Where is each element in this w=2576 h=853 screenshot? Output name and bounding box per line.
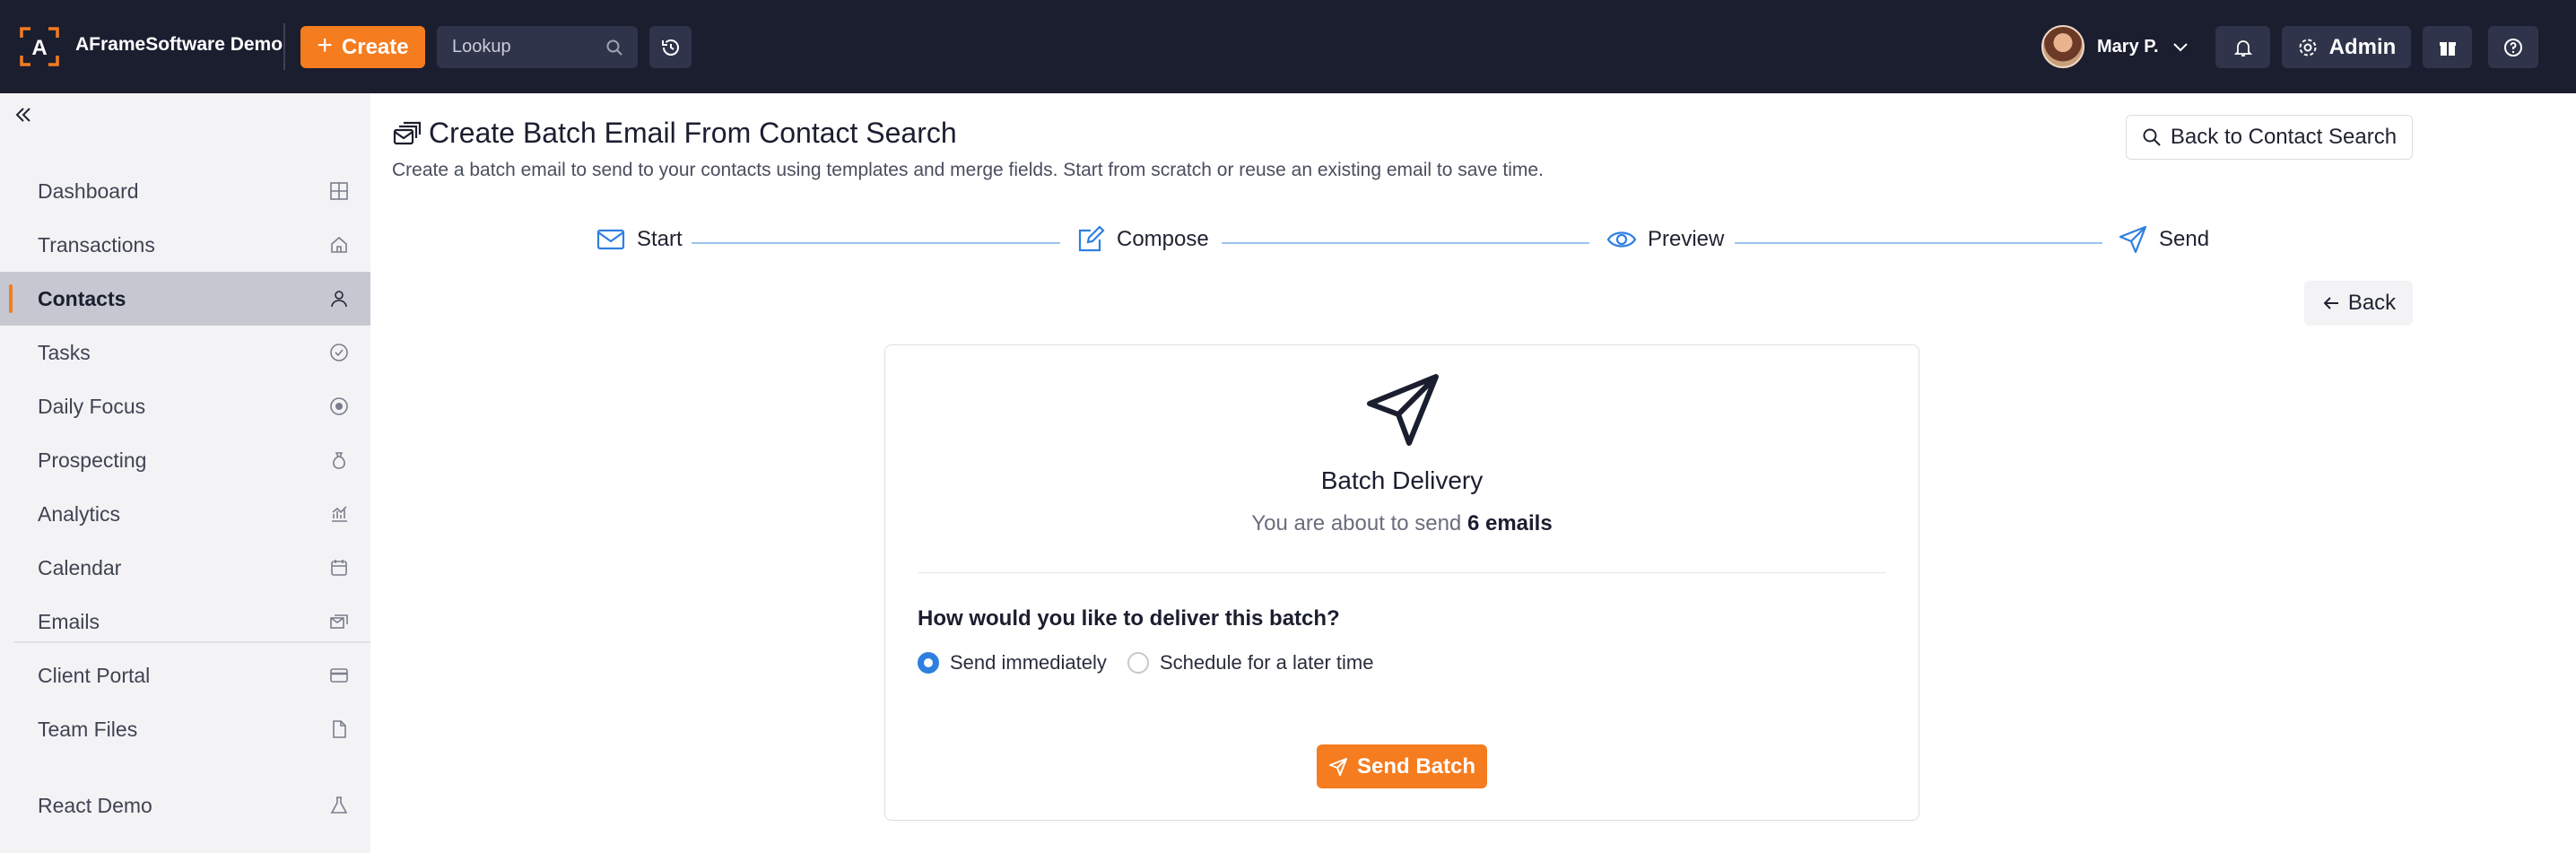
send-batch-label: Send Batch (1356, 753, 1476, 779)
step-connector (692, 242, 1060, 244)
card-divider (918, 572, 1886, 573)
aframe-logo-icon[interactable]: A (20, 27, 59, 66)
gear-icon (2299, 39, 2317, 56)
help-button[interactable] (2488, 26, 2538, 68)
batch-delivery-summary: You are about to send 6 emails (0, 511, 2576, 536)
edit-icon (1078, 225, 1105, 252)
send-batch-button[interactable]: Send Batch (1317, 744, 1487, 788)
sidebar-item-team-files[interactable]: Team Files (0, 702, 370, 756)
option-label: Schedule for a later time (1160, 651, 1374, 674)
sidebar-item-contacts[interactable]: Contacts (0, 272, 370, 326)
sidebar-item-dashboard[interactable]: Dashboard (0, 164, 370, 218)
sidebar-item-label: React Demo (38, 793, 152, 817)
envelope-icon (596, 229, 625, 250)
user-menu[interactable]: Mary P. (2041, 25, 2189, 68)
sidebar-item-daily-focus[interactable]: Daily Focus (0, 379, 370, 433)
calendar-icon (331, 560, 347, 576)
arrow-left-icon (2323, 297, 2338, 309)
step-send[interactable]: Send (2118, 224, 2209, 255)
svg-text:A: A (31, 36, 47, 60)
lookup-search[interactable] (437, 26, 638, 68)
send-immediately-radio[interactable] (918, 652, 939, 674)
help-icon (2504, 38, 2522, 57)
gift-button[interactable] (2423, 26, 2472, 68)
bell-icon (2233, 39, 2252, 57)
delivery-question: How would you like to deliver this batch… (918, 606, 1340, 631)
top-bar: A AFrameSoftware Demo + Create Mary P. (0, 0, 2576, 93)
sidebar-item-calendar[interactable]: Calendar (0, 541, 370, 595)
card-icon (330, 668, 348, 683)
notifications-button[interactable] (2215, 26, 2270, 68)
email-count: 6 emails (1466, 511, 1553, 535)
summary-prefix: You are about to send (1251, 511, 1462, 535)
file-icon (333, 720, 346, 738)
collapse-sidebar-icon[interactable] (13, 104, 34, 126)
sidebar-item-label: Tasks (38, 340, 91, 364)
user-name: Mary P. (2097, 36, 2159, 57)
header-divider (283, 23, 285, 70)
create-button[interactable]: + Create (300, 26, 425, 68)
sidebar-item-label: Daily Focus (38, 394, 146, 418)
send-icon (2119, 225, 2147, 254)
chevron-down-icon (2172, 43, 2188, 52)
sidebar-item-label: Dashboard (38, 178, 139, 203)
plus-icon: + (317, 30, 333, 60)
back-label: Back (2347, 291, 2397, 315)
page-subtitle: Create a batch email to send to your con… (392, 160, 1544, 180)
batch-email-icon (393, 121, 422, 145)
lookup-input[interactable] (437, 26, 607, 68)
target-icon (330, 397, 348, 415)
admin-button[interactable]: Admin (2282, 26, 2411, 68)
search-icon (2143, 128, 2161, 146)
sidebar-item-react-demo[interactable]: React Demo (0, 779, 370, 832)
search-icon[interactable] (605, 39, 623, 57)
step-label: Preview (1648, 227, 1725, 251)
back-to-contact-search-button[interactable]: Back to Contact Search (2126, 115, 2413, 160)
step-label: Start (637, 227, 683, 251)
person-icon (331, 291, 347, 308)
batch-delivery-title: Batch Delivery (1320, 466, 1484, 494)
sidebar-item-label: Contacts (38, 286, 126, 310)
sidebar-item-label: Emails (38, 609, 100, 633)
sidebar-item-label: Team Files (38, 717, 138, 741)
schedule-later-radio[interactable] (1127, 652, 1149, 674)
send-immediately-option[interactable]: Send immediately (918, 651, 1107, 675)
check-circle-icon (330, 344, 348, 361)
app-name: AFrameSoftware Demo (75, 34, 283, 55)
history-button[interactable] (649, 26, 692, 68)
flask-icon (330, 796, 348, 814)
step-compose[interactable]: Compose (1075, 224, 1209, 255)
step-label: Compose (1117, 227, 1209, 251)
create-label: Create (341, 34, 409, 59)
schedule-later-option[interactable]: Schedule for a later time (1127, 651, 1373, 675)
send-icon (1328, 757, 1347, 776)
step-preview[interactable]: Preview (1606, 224, 1724, 255)
sidebar-item-label: Client Portal (38, 663, 151, 687)
sidebar-item-label: Calendar (38, 555, 122, 579)
option-label: Send immediately (950, 651, 1107, 674)
page-title: Create Batch Email From Contact Search (429, 117, 957, 149)
sidebar-divider (14, 641, 370, 643)
sidebar-item-emails[interactable]: Emails (0, 595, 370, 648)
back-button[interactable]: Back (2304, 281, 2413, 326)
stepper: Start Compose Preview Send (0, 224, 2576, 262)
history-icon (661, 39, 679, 56)
paper-plane-icon (1367, 374, 1439, 446)
avatar (2041, 25, 2084, 68)
emails-icon (330, 614, 348, 629)
step-start[interactable]: Start (596, 224, 683, 255)
step-label: Send (2159, 227, 2210, 251)
back-to-contact-search-label: Back to Contact Search (2170, 125, 2398, 149)
admin-label: Admin (2328, 34, 2397, 59)
dashboard-icon (330, 182, 348, 200)
step-connector (1222, 242, 1589, 244)
step-connector (1735, 242, 2102, 244)
eye-icon (1606, 231, 1637, 248)
gift-icon (2439, 41, 2456, 56)
sidebar-item-client-portal[interactable]: Client Portal (0, 648, 370, 702)
sidebar-item-tasks[interactable]: Tasks (0, 326, 370, 379)
